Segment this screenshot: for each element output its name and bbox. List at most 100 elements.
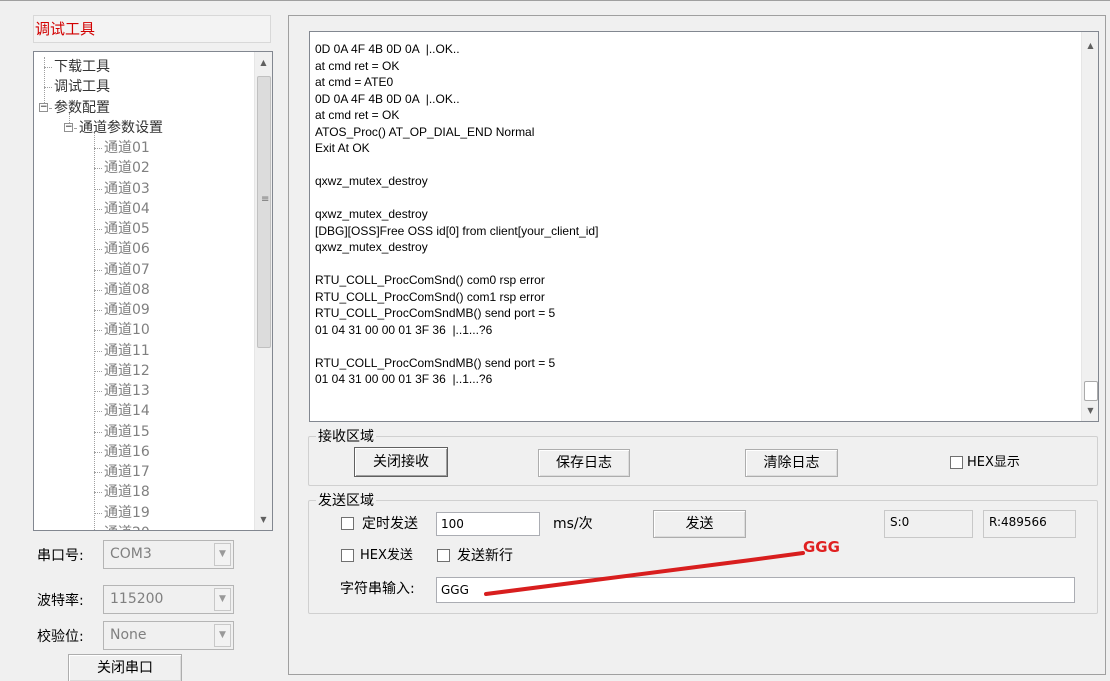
scroll-up-icon[interactable]: ▲ [1082, 37, 1098, 54]
scroll-thumb[interactable] [1084, 381, 1098, 401]
scroll-thumb[interactable]: ≡ [257, 76, 271, 348]
tree-connector [94, 310, 102, 311]
port-label: 串口号: [37, 548, 84, 564]
scroll-down-icon[interactable]: ▼ [255, 511, 272, 528]
tree-connector [94, 249, 102, 251]
tree-connector [94, 472, 102, 473]
parity-value: None [110, 627, 147, 643]
string-input-label: 字符串输入: [340, 581, 415, 597]
tree-item[interactable]: 通道12 [104, 361, 150, 381]
tree-collapse-icon[interactable]: − [39, 102, 48, 112]
tree-item[interactable]: 通道08 [104, 280, 150, 300]
tree-scrollbar[interactable]: ▲ ≡ ▼ [254, 52, 272, 530]
tree-connector [94, 132, 95, 530]
grip-icon: ≡ [261, 194, 270, 205]
sent-count: S:0 [884, 510, 973, 538]
tree-connector [94, 168, 102, 170]
send-button[interactable]: 发送 [653, 510, 746, 538]
log-textarea[interactable]: 0D 0A 4F 4B 0D 0A |..OK.. at cmd ret = O… [309, 31, 1099, 422]
parity-row: 校验位: [37, 621, 103, 651]
scroll-down-icon[interactable]: ▼ [1082, 402, 1098, 419]
newline-label: 发送新行 [457, 548, 513, 564]
hex-send-label: HEX发送 [360, 548, 413, 563]
tree-item[interactable]: 通道07 [104, 260, 150, 280]
tree-connector [49, 107, 51, 109]
annotation-label: GGG [803, 538, 840, 556]
tree-connector [94, 431, 102, 433]
tree-item[interactable]: 通道14 [104, 401, 150, 421]
receive-group-title: 接收区域 [316, 429, 376, 445]
tree-collapse-icon[interactable]: − [64, 122, 73, 132]
tree-item[interactable]: 通道03 [104, 179, 150, 199]
tree-content: 下载工具 调试工具 − 参数配置 − 通道参数设置 通道01 通道02 通道03 通道04 通道05… [34, 52, 254, 530]
chevron-down-icon[interactable]: ▼ [214, 543, 231, 566]
tree-item[interactable]: 通道09 [104, 300, 150, 320]
hex-send-checkbox[interactable] [341, 549, 354, 562]
tree-item[interactable]: 通道参数设置 [79, 118, 163, 138]
tree-connector [44, 87, 52, 89]
tree-connector [94, 229, 102, 230]
tree-item[interactable]: 通道19 [104, 503, 150, 523]
tree-item[interactable]: 通道13 [104, 381, 150, 401]
tree-connector [94, 269, 102, 271]
tree-connector [44, 57, 45, 103]
tree-connector [74, 127, 76, 129]
hex-display-checkbox[interactable] [950, 456, 963, 469]
tree-connector [44, 67, 52, 68]
chevron-down-icon[interactable]: ▼ [214, 624, 231, 647]
timed-send-label: 定时发送 [362, 516, 418, 532]
baud-label: 波特率: [37, 593, 84, 609]
interval-unit: ms/次 [553, 516, 593, 532]
hex-display-label: HEX显示 [967, 455, 1020, 470]
tree-connector [94, 188, 102, 190]
parity-select[interactable]: None ▼ [103, 621, 234, 650]
tree-item[interactable]: 通道20 [104, 523, 150, 530]
port-value: COM3 [110, 546, 152, 562]
tree-item[interactable]: 通道04 [104, 199, 150, 219]
tree-connector [69, 112, 70, 123]
tree-item[interactable]: 通道05 [104, 219, 150, 239]
tree-item[interactable]: 通道06 [104, 239, 150, 259]
string-input[interactable]: GGG [436, 577, 1075, 603]
newline-checkbox[interactable] [437, 549, 450, 562]
tree-connector [94, 411, 102, 413]
tree-connector [94, 391, 102, 392]
scroll-up-icon[interactable]: ▲ [255, 54, 272, 71]
tree-connector [94, 208, 102, 210]
tree-connector [94, 148, 102, 149]
port-select[interactable]: COM3 ▼ [103, 540, 234, 569]
recv-count: R:489566 [983, 510, 1076, 538]
config-tree[interactable]: 下载工具 调试工具 − 参数配置 − 通道参数设置 通道01 通道02 通道03 通道04 通道05… [33, 51, 273, 531]
tree-item[interactable]: 通道18 [104, 482, 150, 502]
log-text: 0D 0A 4F 4B 0D 0A |..OK.. at cmd ret = O… [315, 42, 599, 386]
clear-log-button[interactable]: 清除日志 [745, 449, 838, 477]
tree-item[interactable]: 通道15 [104, 422, 150, 442]
window-top-border [0, 0, 1110, 1]
panel-title: 调试工具 [33, 15, 271, 43]
log-scrollbar[interactable]: ▲ ▼ [1081, 32, 1098, 421]
tree-connector [94, 370, 102, 372]
tree-item[interactable]: 调试工具 [54, 77, 110, 97]
close-port-button[interactable]: 关闭串口 [68, 654, 182, 681]
save-log-button[interactable]: 保存日志 [538, 449, 630, 477]
baud-select[interactable]: 115200 ▼ [103, 585, 234, 614]
tree-connector [94, 289, 102, 291]
tree-item[interactable]: 参数配置 [54, 98, 110, 118]
baud-row: 波特率: [37, 585, 103, 615]
tree-item[interactable]: 通道02 [104, 158, 150, 178]
interval-input[interactable]: 100 [436, 512, 540, 536]
send-group-title: 发送区域 [316, 493, 376, 509]
tree-item[interactable]: 通道10 [104, 320, 150, 340]
close-receive-button[interactable]: 关闭接收 [354, 447, 448, 477]
timed-send-checkbox[interactable] [341, 517, 354, 530]
tree-item[interactable]: 通道16 [104, 442, 150, 462]
tree-item[interactable]: 通道01 [104, 138, 150, 158]
tree-connector [94, 330, 102, 332]
tree-item[interactable]: 下载工具 [54, 57, 110, 77]
tree-connector [94, 451, 102, 453]
tree-connector [94, 492, 102, 494]
tree-item[interactable]: 通道17 [104, 462, 150, 482]
chevron-down-icon[interactable]: ▼ [214, 588, 231, 611]
tree-item[interactable]: 通道11 [104, 341, 150, 361]
parity-label: 校验位: [37, 629, 84, 645]
